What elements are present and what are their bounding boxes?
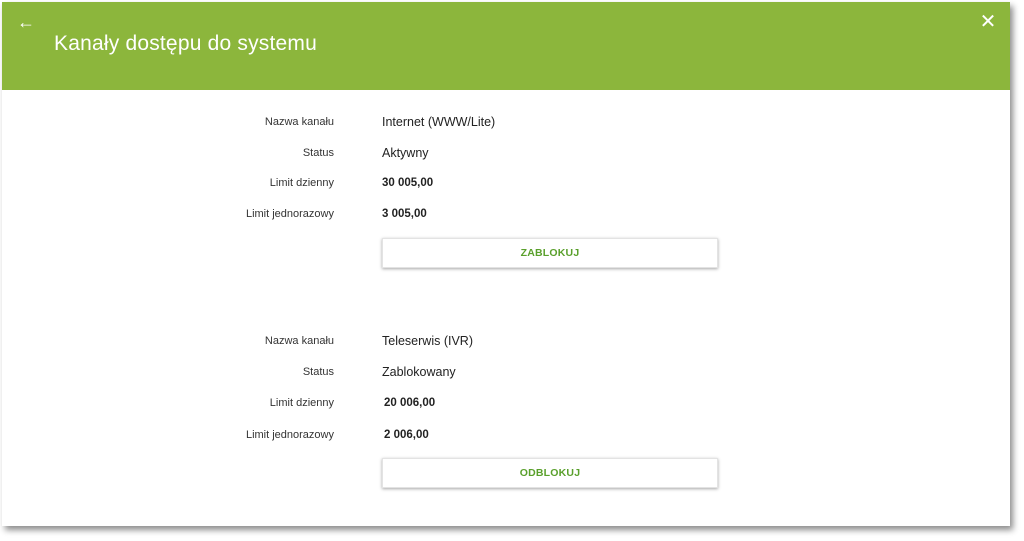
status-label: Status [302,147,334,159]
status-value: Zablokowany [382,365,456,379]
single-limit-label: Limit jednorazowy [245,429,334,441]
channel-name-value: Teleserwis (IVR) [382,334,473,348]
daily-limit-value: 20 006,00 [384,397,436,409]
dialog: ← Kanały dostępu do systemu ✕ Nazwa kana… [2,2,1010,526]
channel-name-label: Nazwa kanału [264,116,334,128]
status-value: Aktywny [382,146,429,160]
single-limit-row: Limit jednorazowy 2 006,00 [2,425,1010,445]
page-title: Kanały dostępu do systemu [54,32,317,55]
status-row: Status Aktywny [2,143,1010,163]
single-limit-label: Limit jednorazowy [245,208,334,220]
single-limit-value: 2 006,00 [384,429,429,441]
daily-limit-label: Limit dzienny [269,397,334,409]
daily-limit-value: 30 005,00 [382,177,434,189]
dialog-header: ← Kanały dostępu do systemu ✕ [2,2,1010,90]
block-button[interactable]: ZABLOKUJ [382,238,718,268]
channel-name-row: Nazwa kanału Internet (WWW/Lite) [2,112,1010,132]
single-limit-value: 3 005,00 [382,208,427,220]
channel-name-label: Nazwa kanału [264,335,334,347]
daily-limit-label: Limit dzienny [269,177,334,189]
status-label: Status [302,366,334,378]
close-icon[interactable]: ✕ [978,12,998,32]
daily-limit-row: Limit dzienny 30 005,00 [2,173,1010,193]
channel-name-value: Internet (WWW/Lite) [382,115,496,129]
unblock-button[interactable]: ODBLOKUJ [382,458,718,488]
status-row: Status Zablokowany [2,362,1010,382]
daily-limit-row: Limit dzienny 20 006,00 [2,393,1010,413]
channel-name-row: Nazwa kanału Teleserwis (IVR) [2,331,1010,351]
single-limit-row: Limit jednorazowy 3 005,00 [2,204,1010,224]
arrow-left-icon[interactable]: ← [16,12,36,32]
